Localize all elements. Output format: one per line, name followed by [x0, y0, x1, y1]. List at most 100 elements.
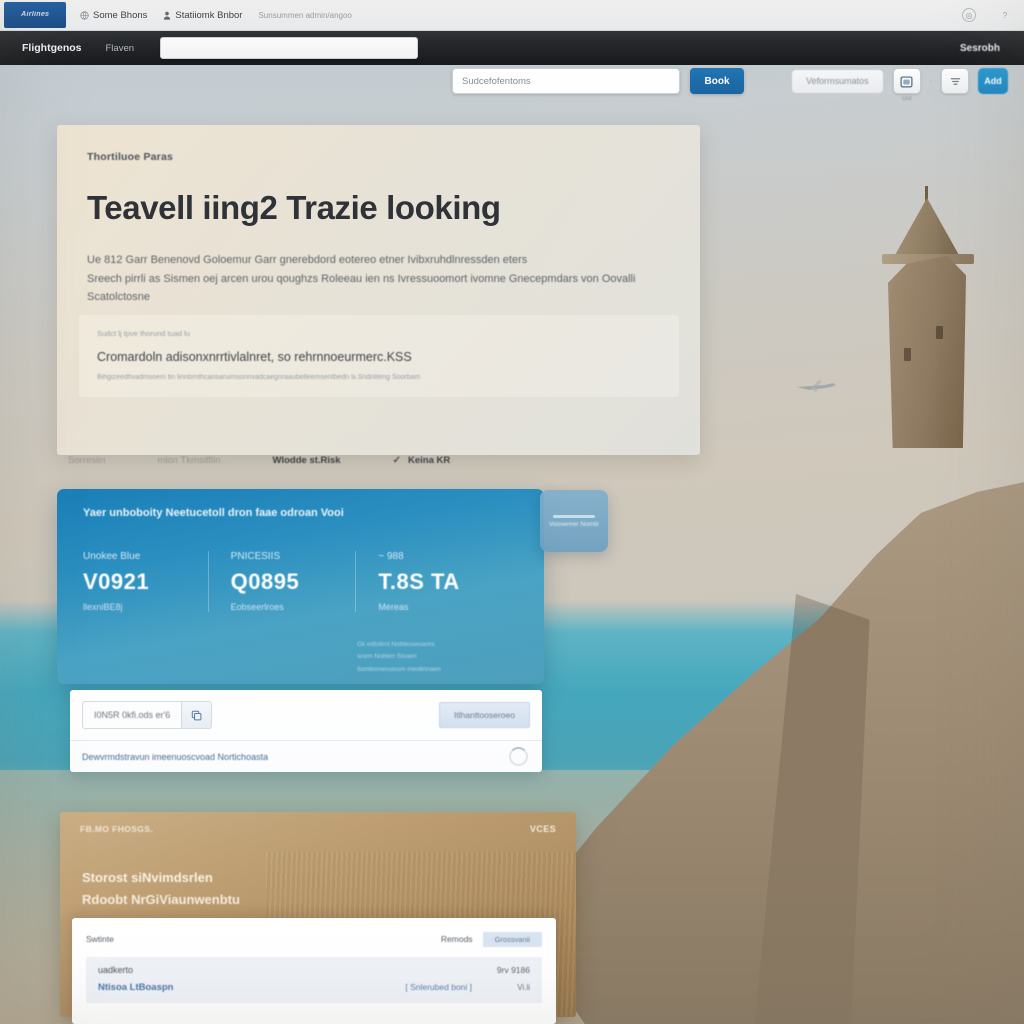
stat-sub: Eobseerlroes — [230, 602, 284, 612]
summary-row-qty: Vi.li — [517, 983, 530, 992]
top-nav-label: Some Bhons — [93, 9, 148, 21]
browser-top-nav: Some Bhons Statiiomk Bnbor Sunsummen adm… — [80, 10, 352, 21]
nav-item-flights[interactable]: Flightgenos — [10, 42, 94, 54]
tower-window — [904, 348, 911, 361]
search-input[interactable] — [452, 68, 680, 94]
stat-sub: Mereas — [378, 602, 409, 612]
tab-wlodde-at-risk[interactable]: Wlodde st.Risk — [273, 455, 341, 466]
hero-note-text: Cromardoln adisonxnrrtivlalnret, so rehr… — [97, 350, 412, 364]
person-icon — [164, 11, 171, 20]
stat-column: ~ 988 T.8S TA Mereas — [355, 551, 503, 612]
stats-columns: Unokee Blue V0921 llexniBE8j PNICESIIS Q… — [83, 551, 503, 612]
airline-logo-text: Airlines — [20, 11, 50, 19]
hero-subtitle-line-1: Ue 812 Garr Benenovd Goloemur Garr gnere… — [87, 253, 528, 266]
calendar-icon — [900, 75, 913, 87]
stat-label: ~ 988 — [378, 551, 404, 562]
nav-item-secondary[interactable]: Flaven — [94, 43, 147, 54]
top-nav-item-globe[interactable]: Some Bhons — [80, 10, 147, 21]
hero-eyebrow: Thortiluoe Paras — [87, 151, 174, 163]
stat-value: V0921 — [83, 569, 150, 594]
promo-code-field[interactable]: I0N5R 0kfi.ods er'6 — [82, 701, 213, 729]
check-icon: ✓ — [392, 455, 401, 466]
promo-code-footer: Dewvrmdstravun imeenuoscvoad Nortichoast… — [70, 740, 542, 772]
tab-keina-kr-label: Keina KR — [407, 455, 451, 466]
stat-sub: llexniBE8j — [83, 602, 123, 612]
promo-code-value: I0N5R 0kfi.ods er'6 — [94, 710, 171, 720]
summary-row-amount: 9rv 9186 — [496, 965, 530, 975]
airplane-icon — [797, 380, 836, 392]
hero-note-block: Sudct lj tpve thorund tuad lu Cromardoln… — [79, 315, 679, 397]
page-title: Teavell iing2 Trazie looking — [87, 189, 501, 226]
apply-code-button[interactable]: Itlhanttooseroeo — [439, 702, 530, 728]
badge-line — [553, 514, 595, 518]
stats-footnote: Gli edtolirni Noblesseoares — [357, 641, 435, 648]
hero-note-fineprint: Bihgizeedhvadmsoem tin linnbrnthcansarui… — [97, 374, 421, 381]
airline-logo[interactable]: Airlines — [4, 2, 66, 28]
calendar-button[interactable]: Out — [892, 68, 921, 102]
summary-header-right: Remods Grossvanii — [440, 931, 542, 947]
status-badge[interactable]: Grossvanii — [482, 931, 542, 947]
stat-column: PNICESIIS Q0895 Eobseerlroes — [207, 551, 356, 612]
tower-body — [888, 256, 966, 448]
hero-inner: Thortiluoe Paras Teavell iing2 Trazie lo… — [57, 125, 700, 307]
destination-card-header: FB.MO FHOSGS. — [80, 824, 154, 834]
summary-row-top: uadkerto 9rv 9186 — [98, 965, 530, 975]
badge-text: Voosenrer Nomlir — [548, 520, 600, 528]
summary-row-mid-link[interactable]: [ Snlerubed boni ] — [405, 982, 472, 992]
destination-card-line-1: Storost siNvimdsrlen — [82, 870, 213, 885]
top-nav-item-account[interactable]: Statiiomk Bnbor — [163, 10, 242, 21]
filter-icon — [950, 77, 960, 85]
book-button[interactable]: Book — [690, 68, 744, 94]
stat-value: T.8S TA — [378, 569, 460, 594]
search-wrap — [452, 68, 680, 94]
stat-label: Unokee Blue — [83, 551, 141, 562]
destination-card-value: VCES — [529, 824, 556, 834]
browser-nav-bar: Flightgenos Flaven Sesrobh — [0, 31, 1024, 65]
globe-icon — [80, 10, 89, 20]
stats-side-badge[interactable]: Voosenrer Nomlir — [540, 490, 608, 552]
toolbar-right-group: Veformsumatos Out · Add — [791, 68, 1008, 102]
summary-header-right-label: Remods — [440, 934, 473, 944]
search-toolbar: Book Veformsumatos Out · Add — [452, 66, 1008, 102]
browser-top-icons: ◎ ? — [962, 8, 1012, 22]
stat-column: Unokee Blue V0921 llexniBE8j — [83, 551, 208, 612]
promo-footer-link[interactable]: Dewvrmdstravun imeenuoscvoad Nortichoast… — [82, 752, 268, 762]
filter-button[interactable] — [941, 68, 969, 94]
summary-row-title: uadkerto — [98, 965, 134, 975]
stats-footnote: scem Noblen Sisoeri — [357, 653, 417, 661]
promo-code-row: I0N5R 0kfi.ods er'6 Itlhanttooseroeo — [70, 690, 542, 740]
copy-icon — [192, 710, 202, 720]
help-icon[interactable]: ? — [998, 8, 1012, 22]
tab-tkmsiffiin[interactable]: mlon Tkmsiffiin — [158, 455, 221, 466]
summary-row-bottom: Ntisoa LtBoaspn [ Snlerubed boni ] Vi.li — [98, 982, 530, 993]
add-button[interactable]: Add — [978, 68, 1008, 94]
filter-pill-button[interactable]: Veformsumatos — [791, 68, 884, 94]
stat-label: PNICESIIS — [230, 551, 281, 562]
summary-header-label: Swtinte — [86, 934, 114, 944]
hero-card: Thortiluoe Paras Teavell iing2 Trazie lo… — [57, 125, 700, 455]
copy-button[interactable] — [181, 702, 212, 728]
calendar-sub-label: Out — [901, 96, 912, 102]
filter-tabs: Sorresiin mlon Tkmsiffiin Wlodde st.Risk… — [68, 455, 450, 466]
promo-code-panel: I0N5R 0kfi.ods er'6 Itlhanttooseroeo Dew… — [70, 690, 542, 772]
toolbar-separator: · — [929, 77, 932, 85]
account-icon[interactable]: ◎ — [962, 8, 976, 22]
tower-window — [936, 326, 943, 339]
tab-keina-kr[interactable]: ✓ Keina KR — [393, 455, 451, 466]
address-bar[interactable] — [160, 37, 419, 59]
stone-tower — [874, 186, 982, 448]
summary-panel-header: Swtinte Remods Grossvanii — [86, 930, 542, 948]
top-nav-item-admin[interactable]: Sunsummen admin/angoo — [258, 11, 351, 20]
tab-sorresiin[interactable]: Sorresiin — [68, 455, 106, 466]
hero-note-label: Sudct lj tpve thorund tuad lu — [97, 329, 190, 338]
summary-row-link[interactable]: Ntisoa LtBoaspn — [98, 982, 173, 993]
stats-footnotes: Gli edtolirni Noblesseoares scem Noblen … — [357, 639, 441, 676]
summary-panel: Swtinte Remods Grossvanii uadkerto 9rv 9… — [72, 918, 556, 1024]
table-row[interactable]: uadkerto 9rv 9186 Ntisoa LtBoaspn [ Snle… — [86, 957, 542, 1003]
destination-card-line-2: Rdoobt NrGiViaunwenbtu — [82, 892, 240, 907]
app-root: Airlines Some Bhons Statiiomk Bnbor Suns… — [0, 0, 1024, 1024]
browser-top-bar: Airlines Some Bhons Statiiomk Bnbor Suns… — [0, 0, 1024, 31]
nav-right-label[interactable]: Sesrobh — [960, 43, 1014, 54]
stat-value: Q0895 — [230, 569, 300, 594]
top-nav-label: Statiiomk Bnbor — [175, 9, 243, 21]
